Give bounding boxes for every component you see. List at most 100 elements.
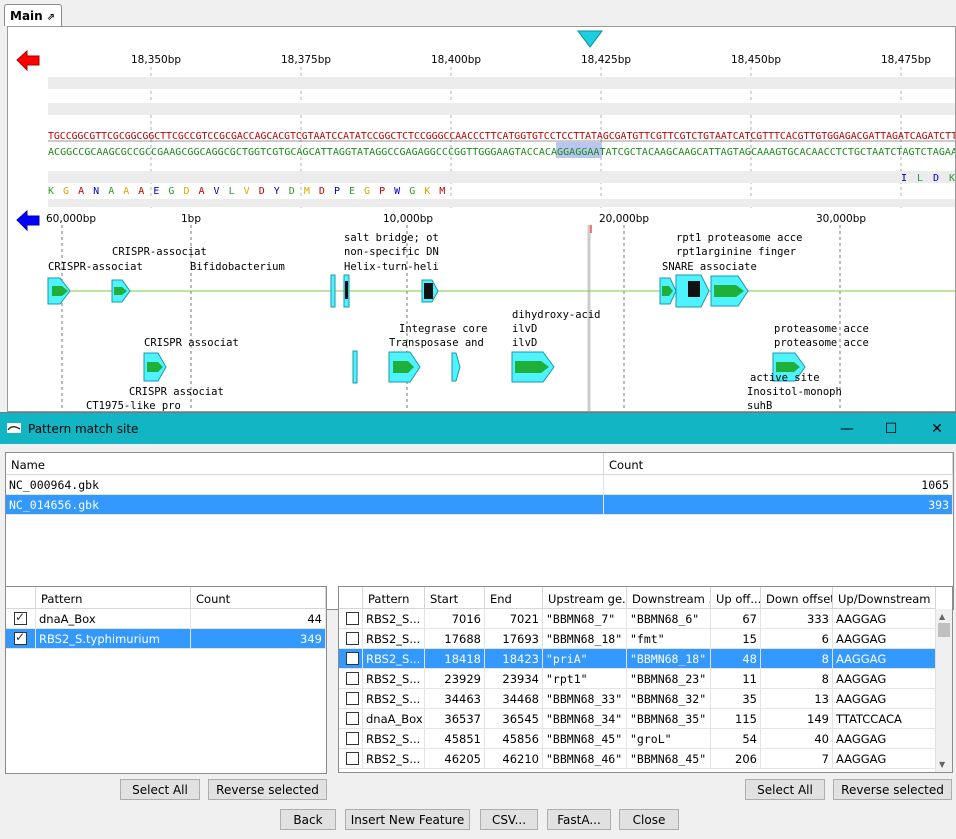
match-row[interactable]: RBS2_S... 18418 18423 "priA" "BBMN68_18" 48 8 A…	[339, 649, 936, 669]
fasta-button[interactable]: FastA...	[547, 809, 611, 830]
forward-sequence: TGCCGGCGTTCGCGGCGGCTTCGCCGTCCGCGACCAGCAC…	[48, 131, 956, 142]
match-upstream-gene: "BBMN68_33"	[543, 689, 627, 709]
close-icon: ✕	[931, 420, 943, 437]
reverse-sequence: ACGGCCGCAAGCGCCGCCGAAGCGGCAGGCGCTGGTCGTG…	[48, 147, 956, 158]
match-checkbox[interactable]	[346, 652, 359, 665]
column-header[interactable]: Pattern	[36, 587, 191, 609]
file-row[interactable]: NC_014656.gbk 393	[6, 495, 953, 515]
column-header[interactable]: Up/Downstream	[833, 587, 936, 609]
insert-new-feature-button[interactable]: Insert New Feature	[345, 809, 470, 830]
amino-acid: A	[123, 186, 129, 197]
amino-acid: A	[78, 186, 84, 197]
close-window-button[interactable]: ✕	[914, 413, 956, 444]
pattern-name: RBS2_S.typhimurium	[36, 629, 191, 649]
feature-label: proteasome acce	[774, 337, 869, 349]
amino-acid: V	[214, 186, 220, 197]
dialog-titlebar[interactable]: Pattern match site — ☐ ✕	[0, 413, 956, 444]
column-header[interactable]: Upstream ge...	[543, 587, 627, 609]
match-row[interactable]: RBS2_S... 34463 34468 "BBMN68_33" "BBMN68_32…	[339, 689, 936, 709]
match-reverse-selected-button[interactable]: Reverse selected	[833, 779, 952, 800]
amino-acid: P	[379, 186, 385, 197]
match-checkbox[interactable]	[346, 732, 359, 745]
match-row[interactable]: RBS2_S... 45851 45856 "BBMN68_45" "groL" 54 40…	[339, 729, 936, 749]
tab-main[interactable]: Main ⇗	[4, 4, 62, 26]
column-header[interactable]: Up off...	[711, 587, 761, 609]
scroll-up-icon[interactable]: ▲	[939, 612, 945, 621]
match-start: 34463	[425, 689, 485, 709]
file-table-header: Name Count	[6, 453, 953, 475]
dialog-title: Pattern match site	[28, 422, 139, 436]
app-icon	[7, 423, 21, 433]
match-start: 17688	[425, 629, 485, 649]
match-table-scrollbar[interactable]: ▲ ▼	[935, 609, 952, 772]
match-row[interactable]: dnaA_Box 36537 36545 "BBMN68_34" "BBMN68_35"…	[339, 709, 936, 729]
amino-acid: A	[199, 186, 205, 197]
column-header[interactable]: Name	[6, 453, 604, 475]
match-upstream-gene: "BBMN68_46"	[543, 749, 627, 769]
csv-button[interactable]: CSV...	[480, 809, 538, 830]
column-header[interactable]: End	[485, 587, 543, 609]
match-up-offset: 115	[711, 709, 761, 729]
match-checkbox[interactable]	[346, 672, 359, 685]
forward-arrow-icon[interactable]	[16, 49, 40, 72]
match-down-offset: 40	[761, 729, 833, 749]
pattern-reverse-selected-button[interactable]: Reverse selected	[208, 779, 327, 800]
feature-label: CT1975-like pro	[86, 400, 181, 412]
match-downstream-gene: "BBMN68_23"	[627, 669, 711, 689]
amino-acid: E	[153, 186, 159, 197]
tab-main-label: Main	[10, 9, 43, 23]
ruler-tick-label: 60,000bp	[46, 213, 96, 225]
match-checkbox[interactable]	[346, 612, 359, 625]
pattern-table[interactable]: Pattern Count dnaA_Box44RBS2_S.typhimuri…	[5, 586, 327, 774]
amino-acid: E	[349, 186, 355, 197]
column-header[interactable]: Start	[425, 587, 485, 609]
column-header[interactable]: Pattern	[363, 587, 425, 609]
pattern-row[interactable]: dnaA_Box44	[6, 609, 326, 629]
match-downstream-gene: "BBMN68_32"	[627, 689, 711, 709]
match-checkbox[interactable]	[346, 632, 359, 645]
feature-track-2[interactable]	[143, 350, 806, 384]
match-row[interactable]: RBS2_S... 17688 17693 "BBMN68_18" "fmt" 15 6 AA…	[339, 629, 936, 649]
match-checkbox[interactable]	[346, 712, 359, 725]
match-table[interactable]: Pattern Start End Upstream ge... Downstr…	[338, 586, 953, 773]
feature-label: Integrase core	[399, 323, 488, 335]
pattern-checkbox[interactable]	[14, 630, 27, 645]
genome-canvas[interactable]: 18,350bp 18,375bp 18,400bp 18,425bp 18,4…	[8, 27, 956, 412]
pattern-checkbox[interactable]	[14, 610, 27, 625]
close-button[interactable]: Close	[619, 809, 679, 830]
reverse-arrow-icon[interactable]	[16, 209, 40, 232]
amino-acid: P	[334, 186, 340, 197]
column-header[interactable]: Count	[604, 453, 953, 475]
pattern-row[interactable]: RBS2_S.typhimurium349	[6, 629, 326, 649]
amino-acid: V	[244, 186, 250, 197]
amino-acid: N	[93, 186, 99, 197]
back-button[interactable]: Back	[280, 809, 336, 830]
file-row[interactable]: NC_000964.gbk 1065	[6, 475, 953, 495]
match-checkbox[interactable]	[346, 692, 359, 705]
file-name: NC_000964.gbk	[6, 475, 604, 495]
maximize-button[interactable]: ☐	[868, 413, 914, 444]
match-pattern: RBS2_S...	[363, 649, 425, 669]
match-downstream-gene: "BBMN68_6"	[627, 609, 711, 629]
amino-acid: G	[364, 186, 370, 197]
match-upstream-gene: "rpt1"	[543, 669, 627, 689]
column-header[interactable]: Downstream ...	[627, 587, 711, 609]
pin-icon[interactable]: ⇗	[47, 12, 55, 23]
pattern-select-all-button[interactable]: Select All	[120, 779, 200, 800]
column-header[interactable]: Down offset	[761, 587, 833, 609]
match-checkbox[interactable]	[346, 752, 359, 765]
scrollbar-thumb[interactable]	[938, 623, 950, 637]
match-row[interactable]: RBS2_S... 7016 7021 "BBMN68_7" "BBMN68_6" 67 3…	[339, 609, 936, 629]
match-select-all-button[interactable]: Select All	[745, 779, 825, 800]
column-header[interactable]: Count	[191, 587, 326, 609]
match-row[interactable]: RBS2_S... 46205 46210 "BBMN68_46" "BBMN68_45…	[339, 749, 936, 769]
minimize-button[interactable]: —	[824, 413, 870, 444]
genome-viewer[interactable]: 18,350bp 18,375bp 18,400bp 18,425bp 18,4…	[7, 26, 956, 412]
match-table-header: Pattern Start End Upstream ge... Downstr…	[339, 587, 936, 609]
match-end: 36545	[485, 709, 543, 729]
feature-label: Transposase and	[389, 337, 484, 349]
amino-acid: I	[901, 173, 907, 184]
scroll-down-icon[interactable]: ▼	[939, 760, 945, 769]
position-marker-icon[interactable]	[577, 30, 603, 48]
match-row[interactable]: RBS2_S... 23929 23934 "rpt1" "BBMN68_23" 11 8 A…	[339, 669, 936, 689]
